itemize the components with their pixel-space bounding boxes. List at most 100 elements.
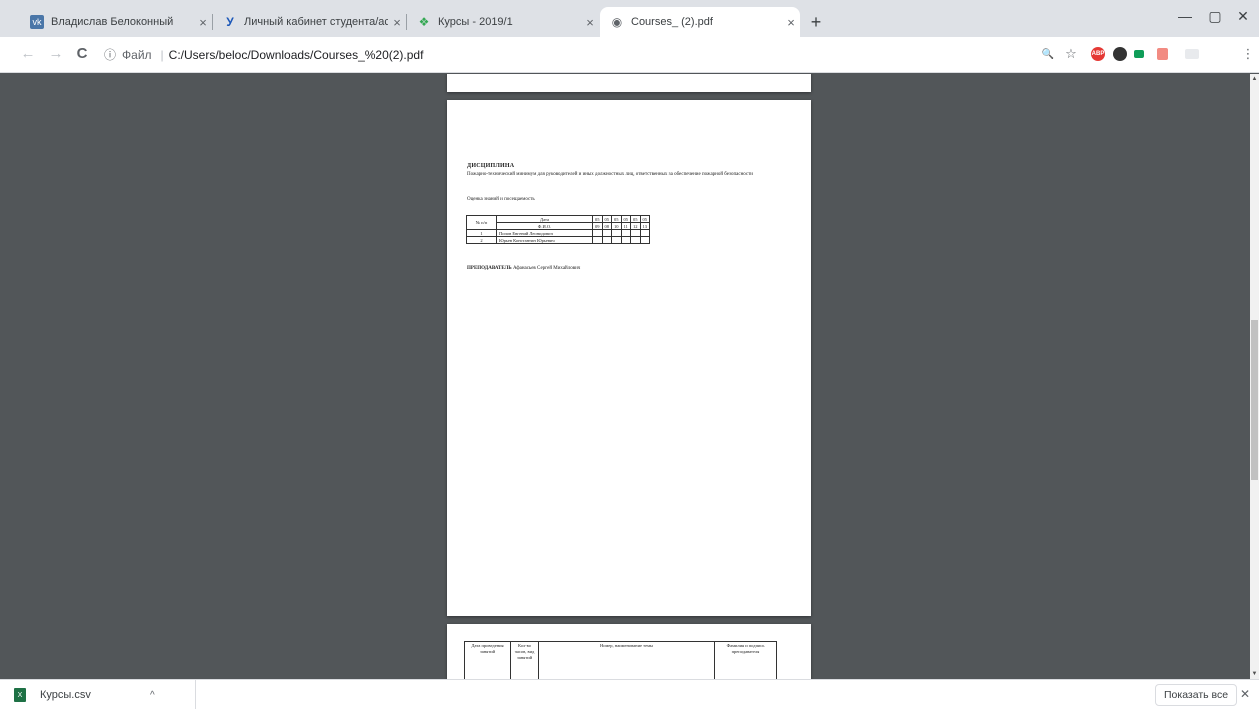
- grade-title: Оценка знаний и посещаемость: [467, 197, 535, 202]
- zoom-icon[interactable]: 🔍: [1041, 47, 1055, 61]
- table-row: 2 Юрьев Константин Юрьевич: [466, 236, 650, 244]
- date-cell: 05: [601, 215, 612, 223]
- mark-cell: [601, 229, 612, 237]
- table-row: Дата проведения занятий Кол-во часов, ви…: [464, 641, 777, 679]
- address-bar[interactable]: ⓘ Файл | C:/Users/beloc/Downloads/Course…: [104, 46, 423, 63]
- discipline-heading: ДИСЦИПЛИНА: [467, 163, 515, 169]
- download-file-name[interactable]: Курсы.csv: [40, 689, 150, 701]
- adblock-extension-icon[interactable]: ABP: [1091, 47, 1105, 61]
- mark-cell: [639, 229, 650, 237]
- student-name-cell: Попов Евгений Леонидович: [496, 229, 593, 237]
- tab-courses[interactable]: ❖ Курсы - 2019/1 ×: [407, 7, 599, 37]
- date-cell: 05: [630, 215, 641, 223]
- tab-title: Courses_ (2).pdf: [631, 16, 713, 28]
- university-icon: У: [226, 15, 234, 29]
- date-cell: 05: [592, 215, 603, 223]
- mark-cell: [639, 236, 650, 244]
- header-cell: № п/п: [466, 215, 497, 230]
- date-cell: 11: [620, 222, 631, 230]
- tab-courses-pdf[interactable]: ◉ Courses_ (2).pdf ×: [600, 7, 800, 37]
- pdf-page: Дата проведения занятий Кол-во часов, ви…: [447, 624, 811, 679]
- date-cell: 05: [639, 215, 650, 223]
- mark-cell: [601, 236, 612, 244]
- mark-cell: [620, 229, 631, 237]
- browser-toolbar: ← → C ⓘ Файл | C:/Users/beloc/Downloads/…: [0, 37, 1259, 73]
- courses-icon: ❖: [418, 15, 430, 29]
- date-cell: 09: [592, 222, 603, 230]
- tab-strip: vk Владислав Белоконный × У Личный кабин…: [0, 0, 1259, 37]
- url-scheme-label: Файл: [122, 47, 152, 62]
- chevron-up-icon[interactable]: ^: [150, 690, 155, 701]
- bookmark-star-icon[interactable]: ☆: [1064, 46, 1078, 61]
- download-shelf: X Курсы.csv ^ Показать все ✕: [0, 679, 1259, 709]
- header-cell: Дата проведения занятий: [464, 641, 511, 679]
- scroll-down-icon[interactable]: ▼: [1250, 671, 1259, 677]
- teacher-line: ПРЕПОДАВАТЕЛЬ Афанасьев Сергей Михайлови…: [467, 266, 580, 271]
- extension-icon[interactable]: [1157, 48, 1168, 60]
- reload-button[interactable]: C: [72, 45, 92, 62]
- show-all-downloads-button[interactable]: Показать все: [1155, 684, 1238, 706]
- extension-icon[interactable]: [1185, 49, 1199, 59]
- date-cell: 05: [620, 215, 631, 223]
- back-button[interactable]: ←: [18, 45, 38, 62]
- mark-cell: [630, 229, 641, 237]
- header-cell: Кол-во часов, вид занятий: [510, 641, 539, 679]
- tab-student-cabinet[interactable]: У Личный кабинет студента/асп ×: [213, 7, 406, 37]
- new-tab-button[interactable]: +: [806, 12, 826, 33]
- student-name-cell: Юрьев Константин Юрьевич: [496, 236, 593, 244]
- header-cell: Дата: [496, 215, 593, 223]
- attendance-table: № п/п Дата 05 05 05 05 05 05 Ф.И.О. 09 0…: [466, 215, 650, 244]
- teacher-name: Афанасьев Сергей Михайлович: [512, 266, 581, 271]
- vertical-scrollbar[interactable]: ▲ ▼: [1250, 74, 1259, 679]
- tab-title: Курсы - 2019/1: [438, 16, 513, 28]
- tab-title: Личный кабинет студента/асп: [244, 16, 388, 28]
- vk-icon: vk: [30, 15, 44, 29]
- tab-close-icon[interactable]: ×: [194, 15, 212, 30]
- topics-table: Дата проведения занятий Кол-во часов, ви…: [464, 641, 777, 679]
- mark-cell: [592, 229, 603, 237]
- pdf-viewer[interactable]: ДИСЦИПЛИНА Пожарно-технический минимум д…: [0, 74, 1259, 679]
- mark-cell: [611, 236, 622, 244]
- pdf-page: ДИСЦИПЛИНА Пожарно-технический минимум д…: [447, 100, 811, 616]
- course-title: Пожарно-технический минимум для руководи…: [467, 172, 753, 177]
- tab-close-icon[interactable]: ×: [388, 15, 406, 30]
- tab-close-icon[interactable]: ×: [782, 15, 800, 30]
- date-cell: 05: [611, 215, 622, 223]
- url-divider: |: [160, 47, 164, 62]
- date-cell: 10: [611, 222, 622, 230]
- table-row: № п/п Дата 05 05 05 05 05 05: [466, 215, 650, 230]
- date-cell: 08: [601, 222, 612, 230]
- globe-icon: ◉: [611, 15, 623, 29]
- maximize-button[interactable]: ▢: [1200, 8, 1230, 25]
- mark-cell: [630, 236, 641, 244]
- scrollbar-thumb[interactable]: [1251, 320, 1258, 480]
- date-cell: 13: [639, 222, 650, 230]
- url-text[interactable]: C:/Users/beloc/Downloads/Courses_%20(2).…: [169, 48, 424, 62]
- header-cell: Номер, наименование темы: [538, 641, 715, 679]
- close-window-button[interactable]: ✕: [1228, 8, 1258, 25]
- close-shelf-icon[interactable]: ✕: [1240, 687, 1250, 701]
- table-row: 1 Попов Евгений Леонидович: [466, 229, 650, 237]
- mark-cell: [611, 229, 622, 237]
- minimize-button[interactable]: —: [1170, 8, 1200, 24]
- info-icon[interactable]: ⓘ: [104, 46, 116, 63]
- row-number-cell: 2: [466, 236, 497, 244]
- tab-close-icon[interactable]: ×: [581, 15, 599, 30]
- forward-button[interactable]: →: [46, 45, 66, 62]
- header-cell: Фамилия и подпись преподавателя: [714, 641, 777, 679]
- menu-icon[interactable]: ⋮: [1241, 46, 1255, 61]
- row-number-cell: 1: [466, 229, 497, 237]
- header-cell: Ф.И.О.: [496, 222, 593, 230]
- download-item[interactable]: X Курсы.csv ^: [0, 680, 196, 709]
- mark-cell: [620, 236, 631, 244]
- date-cell: 12: [630, 222, 641, 230]
- extension-icon[interactable]: [1134, 50, 1144, 58]
- scroll-up-icon[interactable]: ▲: [1250, 76, 1259, 82]
- extension-icon[interactable]: [1113, 47, 1127, 61]
- pdf-page: [447, 74, 811, 92]
- tab-vk[interactable]: vk Владислав Белоконный ×: [20, 7, 212, 37]
- mark-cell: [592, 236, 603, 244]
- excel-file-icon: X: [14, 688, 26, 702]
- teacher-label: ПРЕПОДАВАТЕЛЬ: [467, 266, 512, 271]
- tab-title: Владислав Белоконный: [51, 16, 174, 28]
